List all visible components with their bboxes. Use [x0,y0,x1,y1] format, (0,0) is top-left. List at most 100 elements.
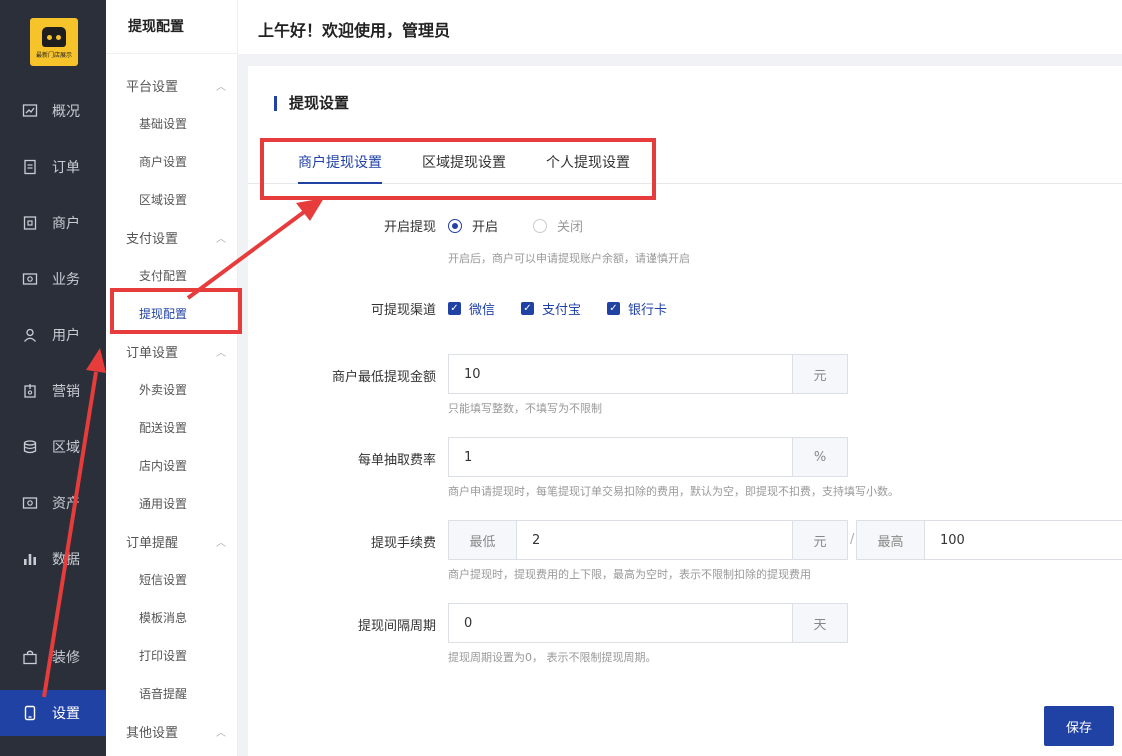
subnav-item-delivery[interactable]: 配送设置 [139,419,187,436]
subnav-title: 提现配置 [106,0,237,54]
subnav-item-template[interactable]: 模板消息 [139,609,187,626]
fee-label: 提现手续费 [370,536,436,551]
input-prefix: 最高 [857,521,925,559]
top-bar: 上午好！欢迎使用，管理员 [238,0,1122,54]
nav-label: 概况 [52,104,80,120]
briefcase-icon [22,271,38,287]
subnav-item-print[interactable]: 打印设置 [139,647,187,664]
input-suffix: 元 [792,355,847,393]
input-suffix: 天 [792,604,847,642]
document-icon [22,159,38,175]
input-suffix: 元 [792,521,847,559]
fee-rate-label: 每单抽取费率 [357,453,436,468]
subnav-item-voice[interactable]: 语音提醒 [139,685,187,702]
chevron-up-icon: ︿ [216,538,226,549]
nav-item-regions[interactable]: 区域 [0,424,106,470]
subnav-item-takeout[interactable]: 外卖设置 [139,381,187,398]
subnav-group-platform[interactable]: 平台设置 ︿ [126,76,226,95]
checkbox-alipay[interactable]: ✓ 支付宝 [521,299,581,318]
radio-unselected-icon [533,218,547,233]
nav-item-merchants[interactable]: 商户 [0,200,106,246]
marketing-icon [22,383,38,399]
subnav-item-basic[interactable]: 基础设置 [139,115,187,132]
database-icon [22,439,38,455]
asset-icon [22,495,38,511]
subnav-group-order[interactable]: 订单设置 ︿ [126,342,226,361]
nav-item-marketing[interactable]: 营销 [0,368,106,414]
nav-item-decoration[interactable]: 装修 [0,634,106,680]
main-nav: 最新门店展示 概况 订单 商户 业务 用户 营销 区域 资产 数据 装修 设置 [0,0,106,756]
subnav-item-merchant[interactable]: 商户设置 [139,153,187,170]
subnav-item-dine-in[interactable]: 店内设置 [139,457,187,474]
fee-rate-hint: 商户申请提现时，每笔提现订单交易扣除的费用，默认为空，即提现不扣费，支持填写小数… [448,485,899,498]
section-title: 提现设置 [274,96,349,111]
checkbox-wechat[interactable]: ✓ 微信 [448,299,495,318]
nav-item-business[interactable]: 业务 [0,256,106,302]
bar-chart-icon [22,551,38,567]
settings-subnav: 提现配置 平台设置 ︿ 基础设置 商户设置 区域设置 支付设置 ︿ 支付配置 提现配… [106,0,238,756]
bag-icon [22,649,38,665]
checkbox-label: 银行卡 [628,303,668,318]
nav-label: 营销 [52,384,80,400]
nav-label: 数据 [52,552,80,568]
user-icon [22,327,38,343]
subnav-item-payment-config[interactable]: 支付配置 [139,267,187,284]
brand-logo[interactable]: 最新门店展示 [30,18,78,66]
radio-label: 开启 [472,220,499,235]
chevron-up-icon: ︿ [216,348,226,359]
nav-item-settings[interactable]: 设置 [0,690,106,736]
radio-enable-on[interactable]: 开启 [448,216,498,235]
nav-label: 商户 [52,216,80,232]
input-value: 0 [464,615,473,631]
nav-item-orders[interactable]: 订单 [0,144,106,190]
nav-item-users[interactable]: 用户 [0,312,106,358]
checkbox-bank-card[interactable]: ✓ 银行卡 [607,299,667,318]
input-value: 100 [940,532,965,548]
tabs-highlight-box [260,138,656,200]
checkbox-checked-icon: ✓ [448,302,461,315]
subnav-group-other[interactable]: 其他设置 ︿ [126,722,226,741]
input-suffix: % [792,438,847,476]
nav-label: 设置 [52,706,80,722]
enable-label: 开启提现 [383,220,436,235]
input-value: 2 [532,532,541,548]
chevron-up-icon: ︿ [216,82,226,93]
nav-label: 区域 [52,440,80,456]
nav-label: 订单 [52,160,80,176]
interval-input[interactable]: 0 天 [448,603,848,643]
subnav-group-reminder[interactable]: 订单提醒 ︿ [126,532,226,551]
range-separator: / [850,532,855,547]
subnav-item-region[interactable]: 区域设置 [139,191,187,208]
nav-label: 业务 [52,272,80,288]
nav-label: 装修 [52,650,80,666]
checkbox-label: 支付宝 [542,303,582,318]
nav-item-data[interactable]: 数据 [0,536,106,582]
min-amount-input[interactable]: 10 元 [448,354,848,394]
save-button[interactable]: 保存 [1044,706,1114,746]
min-amount-label: 商户最低提现金额 [331,370,436,385]
fee-max-input[interactable]: 最高 100 [856,520,1122,560]
nav-item-assets[interactable]: 资产 [0,480,106,526]
chevron-up-icon: ︿ [216,728,226,739]
subnav-item-sms[interactable]: 短信设置 [139,571,187,588]
checkbox-label: 微信 [469,303,496,318]
input-value: 10 [464,366,481,382]
interval-hint: 提现周期设置为0， 表示不限制提现周期。 [448,651,657,664]
channels-label: 可提现渠道 [370,303,436,318]
nav-label: 用户 [52,328,80,344]
fee-min-input[interactable]: 最低 2 元 [448,520,848,560]
nav-label: 资产 [52,496,80,512]
group-label: 订单提醒 [126,536,179,551]
checkbox-checked-icon: ✓ [607,302,620,315]
radio-selected-icon [448,218,462,233]
fee-rate-input[interactable]: 1 % [448,437,848,477]
group-label: 平台设置 [126,80,179,95]
interval-label: 提现间隔周期 [357,619,436,634]
subnav-item-general[interactable]: 通用设置 [139,495,187,512]
nav-item-overview[interactable]: 概况 [0,88,106,134]
logo-text: 最新门店展示 [35,52,72,59]
input-prefix: 最低 [449,521,517,559]
subnav-group-payment[interactable]: 支付设置 ︿ [126,228,226,247]
radio-enable-off[interactable]: 关闭 [533,216,583,235]
chevron-up-icon: ︿ [216,234,226,245]
